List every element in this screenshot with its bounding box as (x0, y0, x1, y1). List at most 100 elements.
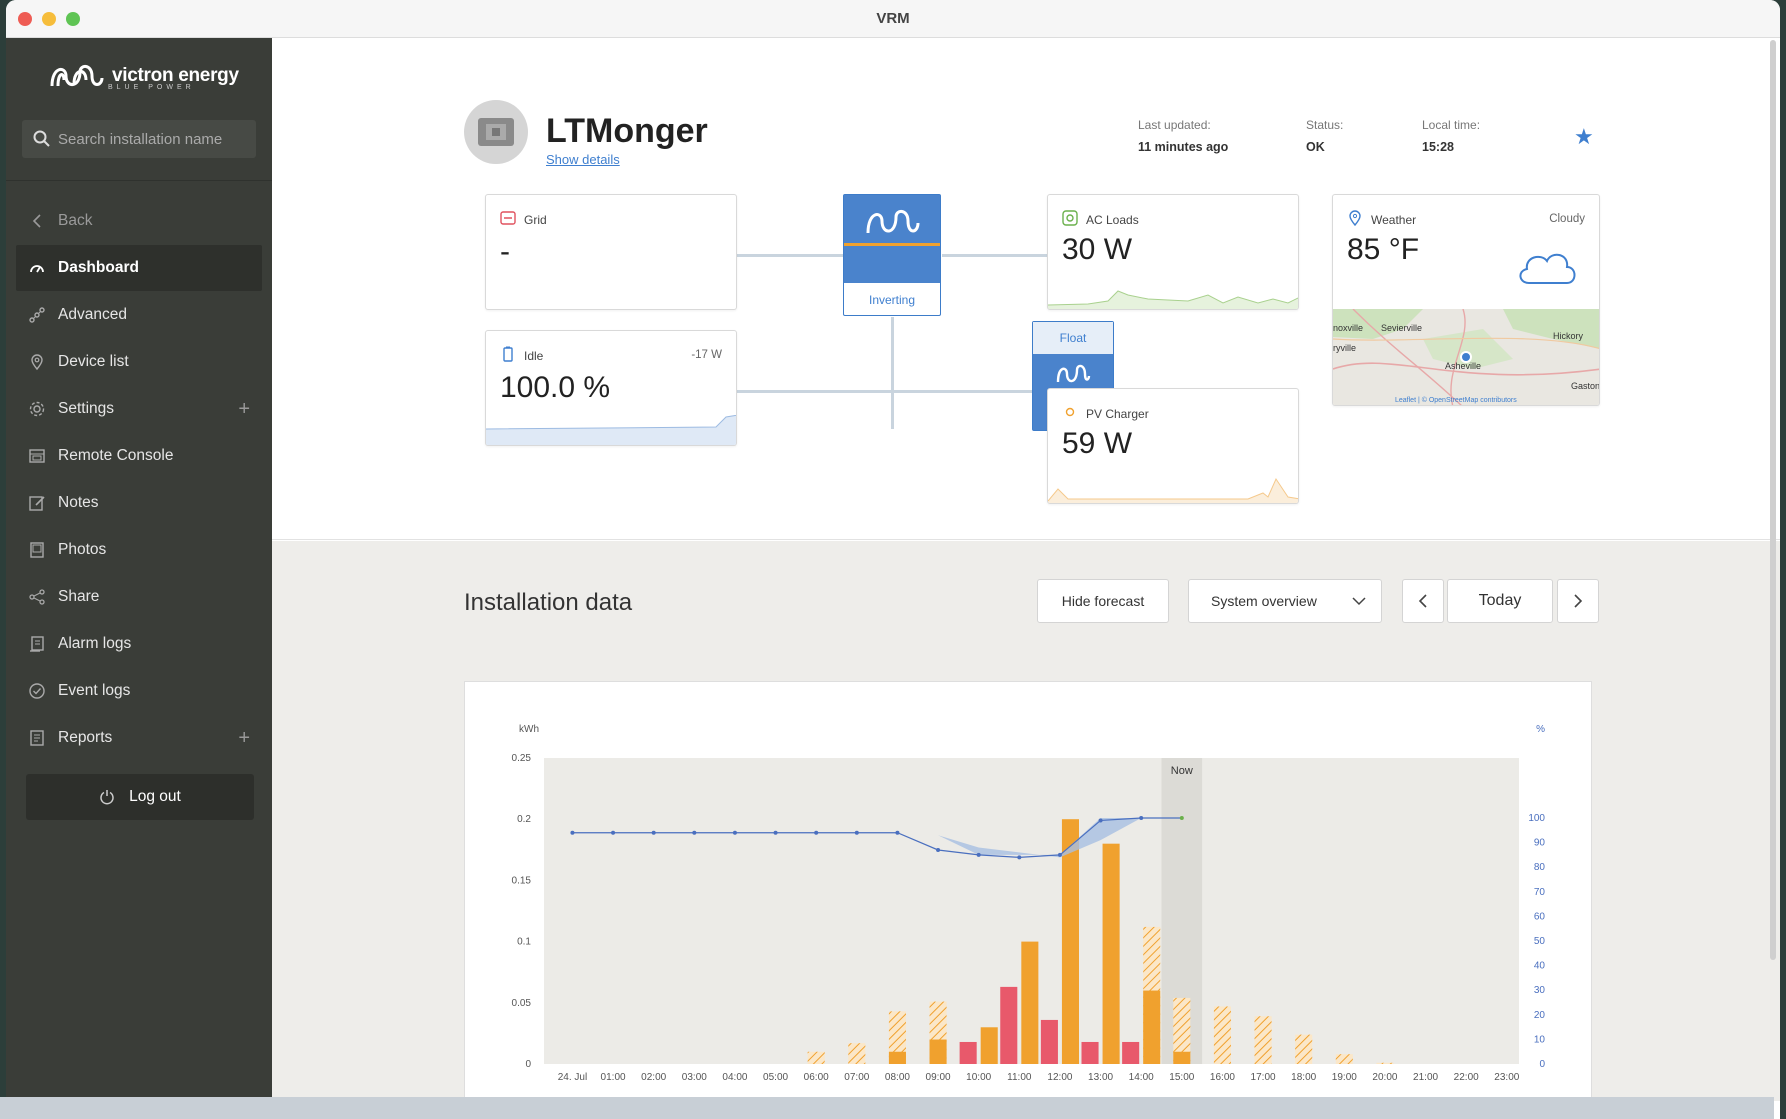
x-tick-label: 12:00 (1047, 1072, 1072, 1083)
previous-day-button[interactable] (1402, 579, 1444, 623)
sidebar-item-remote-console[interactable]: Remote Console (16, 433, 262, 479)
weather-card[interactable]: Weather Cloudy 85 °F noxville Seviervill… (1332, 194, 1600, 406)
sidebar: victron energy BLUE POWER Back Dash (6, 38, 272, 1098)
x-tick-label: 01:00 (601, 1072, 626, 1083)
status: Status: OK (1306, 118, 1343, 154)
x-tick-label: 03:00 (682, 1072, 707, 1083)
chevron-right-icon (1574, 594, 1583, 608)
ac-loads-card[interactable]: AC Loads 30 W (1047, 194, 1299, 310)
next-day-button[interactable] (1557, 579, 1599, 623)
sidebar-item-label: Reports (58, 729, 113, 746)
weather-temp: 85 °F (1347, 233, 1420, 266)
search-box[interactable] (22, 120, 256, 158)
inverter-node[interactable]: Inverting (843, 194, 941, 316)
solar-bar (1021, 941, 1039, 1064)
sidebar-item-notes[interactable]: Notes (16, 480, 262, 526)
right-tick-label: 40 (1534, 961, 1546, 972)
victron-mppt-icon (1056, 364, 1091, 383)
soc-point (895, 830, 900, 835)
favorite-star-icon[interactable]: ★ (1574, 124, 1594, 150)
x-tick-label: 22:00 (1454, 1072, 1479, 1083)
mppt-state: Float (1033, 322, 1113, 354)
x-tick-label: 04:00 (722, 1072, 747, 1083)
soc-point (611, 830, 616, 835)
left-tick-label: 0.2 (517, 814, 531, 825)
soc-point (732, 830, 737, 835)
pv-charger-label: PV Charger (1086, 407, 1149, 421)
map-attribution[interactable]: Leaflet | © OpenStreetMap contributors (1395, 397, 1517, 404)
left-tick-label: 0.15 (512, 875, 532, 886)
grid-label: Grid (524, 213, 547, 227)
battery-power: -17 W (691, 349, 722, 361)
sidebar-item-label: Settings (58, 400, 115, 417)
view-select[interactable]: System overview (1188, 579, 1382, 623)
sidebar-item-label: Device list (58, 353, 129, 370)
forecast-bar (1213, 1006, 1231, 1064)
x-tick-label: 06:00 (804, 1072, 829, 1083)
sidebar-item-dashboard[interactable]: Dashboard (16, 245, 262, 291)
sidebar-item-share[interactable]: Share (16, 574, 262, 620)
chevron-left-icon (1418, 594, 1427, 608)
installation-chart[interactable]: NowkWh0.250.20.150.10.050%10090807060504… (465, 682, 1593, 1112)
battery-card[interactable]: Idle -17 W 100.0 % (485, 330, 737, 446)
sidebar-item-reports[interactable]: Reports + (16, 715, 262, 761)
sidebar-item-alarm-logs[interactable]: Alarm logs (16, 621, 262, 667)
forecast-bar (1376, 1062, 1394, 1064)
local-time-value: 15:28 (1422, 140, 1454, 154)
expand-reports-icon[interactable]: + (238, 727, 250, 750)
logout-button[interactable]: Log out (26, 774, 254, 820)
sidebar-item-event-logs[interactable]: Event logs (16, 668, 262, 714)
x-tick-label: 18:00 (1291, 1072, 1316, 1083)
site-avatar[interactable] (464, 100, 528, 164)
last-updated: Last updated: 11 minutes ago (1138, 118, 1228, 154)
victron-logo[interactable]: victron energy BLUE POWER (46, 58, 239, 94)
x-tick-label: 14:00 (1129, 1072, 1154, 1083)
expand-settings-icon[interactable]: + (238, 398, 250, 421)
consumption-bar (1122, 1041, 1140, 1064)
x-tick-label: 13:00 (1088, 1072, 1113, 1083)
inverter-dc-wire (891, 317, 894, 429)
ac-loads-sparkline (1048, 290, 1298, 309)
back-button[interactable]: Back (16, 198, 262, 244)
today-button[interactable]: Today (1447, 579, 1553, 623)
view-select-value: System overview (1211, 593, 1317, 609)
consumption-bar (1000, 986, 1018, 1064)
soc-point (773, 830, 778, 835)
local-time: Local time: 15:28 (1422, 118, 1480, 154)
bottom-bar (0, 1097, 1774, 1119)
installation-data-title: Installation data (464, 589, 633, 616)
search-input[interactable] (58, 130, 248, 148)
soc-point (854, 830, 859, 835)
dashboard-overview: LTMonger Show details Last updated: 11 m… (272, 38, 1780, 540)
sidebar-item-label: Remote Console (58, 447, 174, 464)
x-tick-label: 10:00 (966, 1072, 991, 1083)
ac-loads-icon (1062, 210, 1078, 231)
right-tick-label: 30 (1534, 985, 1546, 996)
right-tick-label: 50 (1534, 936, 1546, 947)
solar-bar (1173, 1051, 1191, 1064)
status-label: Status: (1306, 118, 1344, 132)
sidebar-item-photos[interactable]: Photos (16, 527, 262, 573)
soc-point (1057, 852, 1062, 857)
sidebar-item-device-list[interactable]: Device list (16, 339, 262, 385)
hide-forecast-button[interactable]: Hide forecast (1037, 579, 1169, 623)
dc-bus-wire (736, 390, 1032, 393)
sidebar-item-settings[interactable]: Settings + (16, 386, 262, 432)
search-icon (33, 130, 50, 147)
reports-icon (28, 729, 46, 747)
main-content: LTMonger Show details Last updated: 11 m… (272, 38, 1780, 1111)
show-details-link[interactable]: Show details (546, 152, 620, 167)
grid-wire (736, 254, 844, 257)
today-label: Today (1478, 592, 1522, 609)
app-window: VRM victron energy BLUE POWER Search ins… (6, 0, 1780, 1119)
sidebar-item-label: Notes (58, 494, 99, 511)
soc-point (1017, 855, 1022, 860)
pv-charger-card[interactable]: PV Charger 59 W (1047, 388, 1299, 504)
location-pin-icon (28, 353, 46, 371)
sidebar-item-advanced[interactable]: Advanced (16, 292, 262, 338)
vertical-scrollbar[interactable] (1770, 40, 1776, 960)
x-tick-label: 08:00 (885, 1072, 910, 1083)
weather-map[interactable]: noxville Sevierville Hickory ryville Ash… (1333, 309, 1599, 405)
grid-card[interactable]: Grid - (485, 194, 737, 310)
right-tick-label: 80 (1534, 862, 1546, 873)
